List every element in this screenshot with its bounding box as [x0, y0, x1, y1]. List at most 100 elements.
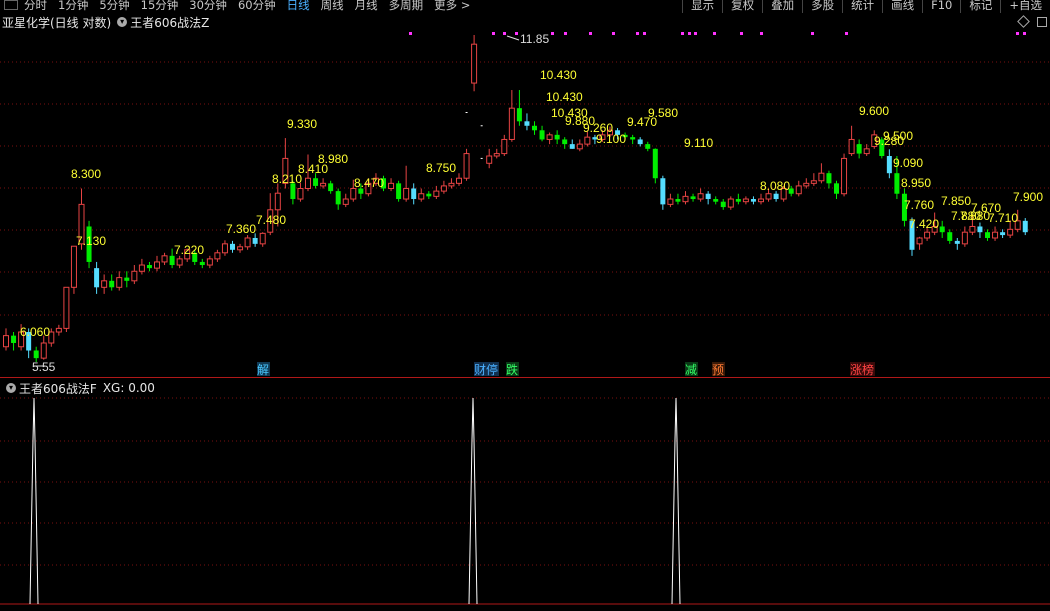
signal-marker-dot [845, 32, 848, 35]
signal-tag: 涨 [850, 362, 862, 377]
candle-body [660, 178, 666, 205]
sub-indicator-name[interactable]: 王者606战法F [19, 380, 97, 397]
candle-body [440, 185, 447, 192]
candle-body [667, 198, 674, 205]
candle-body [305, 177, 311, 190]
candle-body [961, 231, 968, 245]
sub-indicator-menu-icon[interactable]: ▾ [6, 383, 16, 393]
price-label: 8.950 [901, 176, 931, 190]
candle-body [313, 178, 319, 186]
candle-body [274, 192, 281, 211]
candle-body [237, 246, 244, 251]
candle-body [456, 177, 462, 184]
candle-body [1007, 228, 1014, 236]
candle-body [199, 261, 205, 266]
price-label: 10.430 [546, 90, 583, 104]
candle-body [206, 258, 213, 266]
candle-body [1000, 232, 1006, 236]
candle-body [320, 182, 327, 187]
signal-marker-dot [713, 32, 716, 35]
signal-tag: 预 [712, 363, 724, 377]
sub-panel-header: ▾ 王者606战法F XG: 0.00 [0, 380, 155, 396]
candle-body [146, 265, 152, 269]
price-label: 7.420 [909, 217, 939, 231]
price-label: 9.280 [874, 134, 904, 148]
candle-body [396, 183, 402, 200]
candle-body [826, 173, 832, 184]
price-label: 7.480 [256, 213, 286, 227]
candle-body [637, 139, 643, 145]
xg-spike [29, 397, 39, 605]
price-label: 9.110 [684, 136, 713, 150]
candle-body [630, 137, 636, 140]
candle-body [11, 335, 17, 344]
candle-body [486, 155, 493, 164]
candle-body [33, 350, 39, 359]
candle-body [524, 121, 530, 126]
candle-body [697, 193, 704, 200]
price-label: 7.850 [941, 194, 971, 208]
candle-body [221, 243, 228, 254]
signal-marker-dot [681, 32, 684, 35]
panel-divider[interactable] [0, 377, 1050, 378]
candle-body [894, 173, 900, 194]
candle-body [969, 225, 976, 233]
candle-body [214, 252, 221, 260]
signal-marker-dot [589, 32, 592, 35]
candle-body [70, 245, 77, 288]
price-label: 7.220 [174, 243, 204, 257]
candle-body [992, 231, 999, 239]
candle-body [645, 144, 651, 149]
candle-body [675, 199, 681, 202]
candle-body [116, 277, 123, 288]
signal-marker-dot [1016, 32, 1019, 35]
candle-body [939, 226, 945, 233]
candle-body [985, 232, 990, 238]
candle-body [94, 268, 100, 288]
price-label: 8.750 [426, 161, 456, 175]
candle-body [810, 180, 817, 184]
signal-marker-dot [612, 32, 615, 35]
candle-body [335, 191, 341, 205]
signal-tag: 停 [486, 362, 498, 377]
signal-marker-dot [564, 32, 567, 35]
price-label: 9.330 [287, 117, 317, 131]
signal-marker-dot [688, 32, 691, 35]
candle-body [463, 153, 470, 179]
signal-marker-dot [409, 32, 412, 35]
signal-marker-dot [1023, 32, 1026, 35]
candle-body [55, 327, 62, 333]
xg-spike [468, 397, 478, 605]
candle-body [569, 144, 575, 149]
candle-body [516, 108, 522, 122]
price-label: 9.600 [859, 104, 889, 118]
sub-indicator-value: XG: 0.00 [102, 381, 155, 395]
candle-body [742, 198, 749, 203]
candle-body [562, 139, 568, 145]
candle-body [705, 193, 711, 200]
candle-body [508, 107, 515, 140]
candle-body [418, 193, 425, 200]
signal-marker-dot [492, 32, 495, 35]
candle-body [230, 243, 235, 250]
candle-body [63, 286, 70, 329]
candle-body [735, 199, 741, 202]
chart-canvas[interactable]: 6.0608.3007.1307.2207.3607.4808.2109.330… [0, 0, 1050, 611]
high-price-label: 11.85 [520, 32, 549, 46]
signal-marker-dot [643, 32, 646, 35]
signal-tag: 财 [474, 363, 486, 377]
signal-tag: 跌 [506, 362, 518, 377]
candle-body [124, 277, 130, 281]
price-label: 7.710 [988, 211, 1018, 225]
signal-tag: 解 [257, 363, 269, 377]
signal-marker-dot [760, 32, 763, 35]
candle-body [350, 188, 357, 200]
candle-body [101, 280, 108, 288]
candle-body [977, 226, 983, 233]
candle-body [328, 183, 334, 192]
candle-body [916, 237, 923, 245]
candle-body [652, 148, 658, 179]
price-label: 6.060 [20, 325, 50, 339]
candle-body [863, 148, 870, 155]
candle-body [154, 261, 160, 269]
